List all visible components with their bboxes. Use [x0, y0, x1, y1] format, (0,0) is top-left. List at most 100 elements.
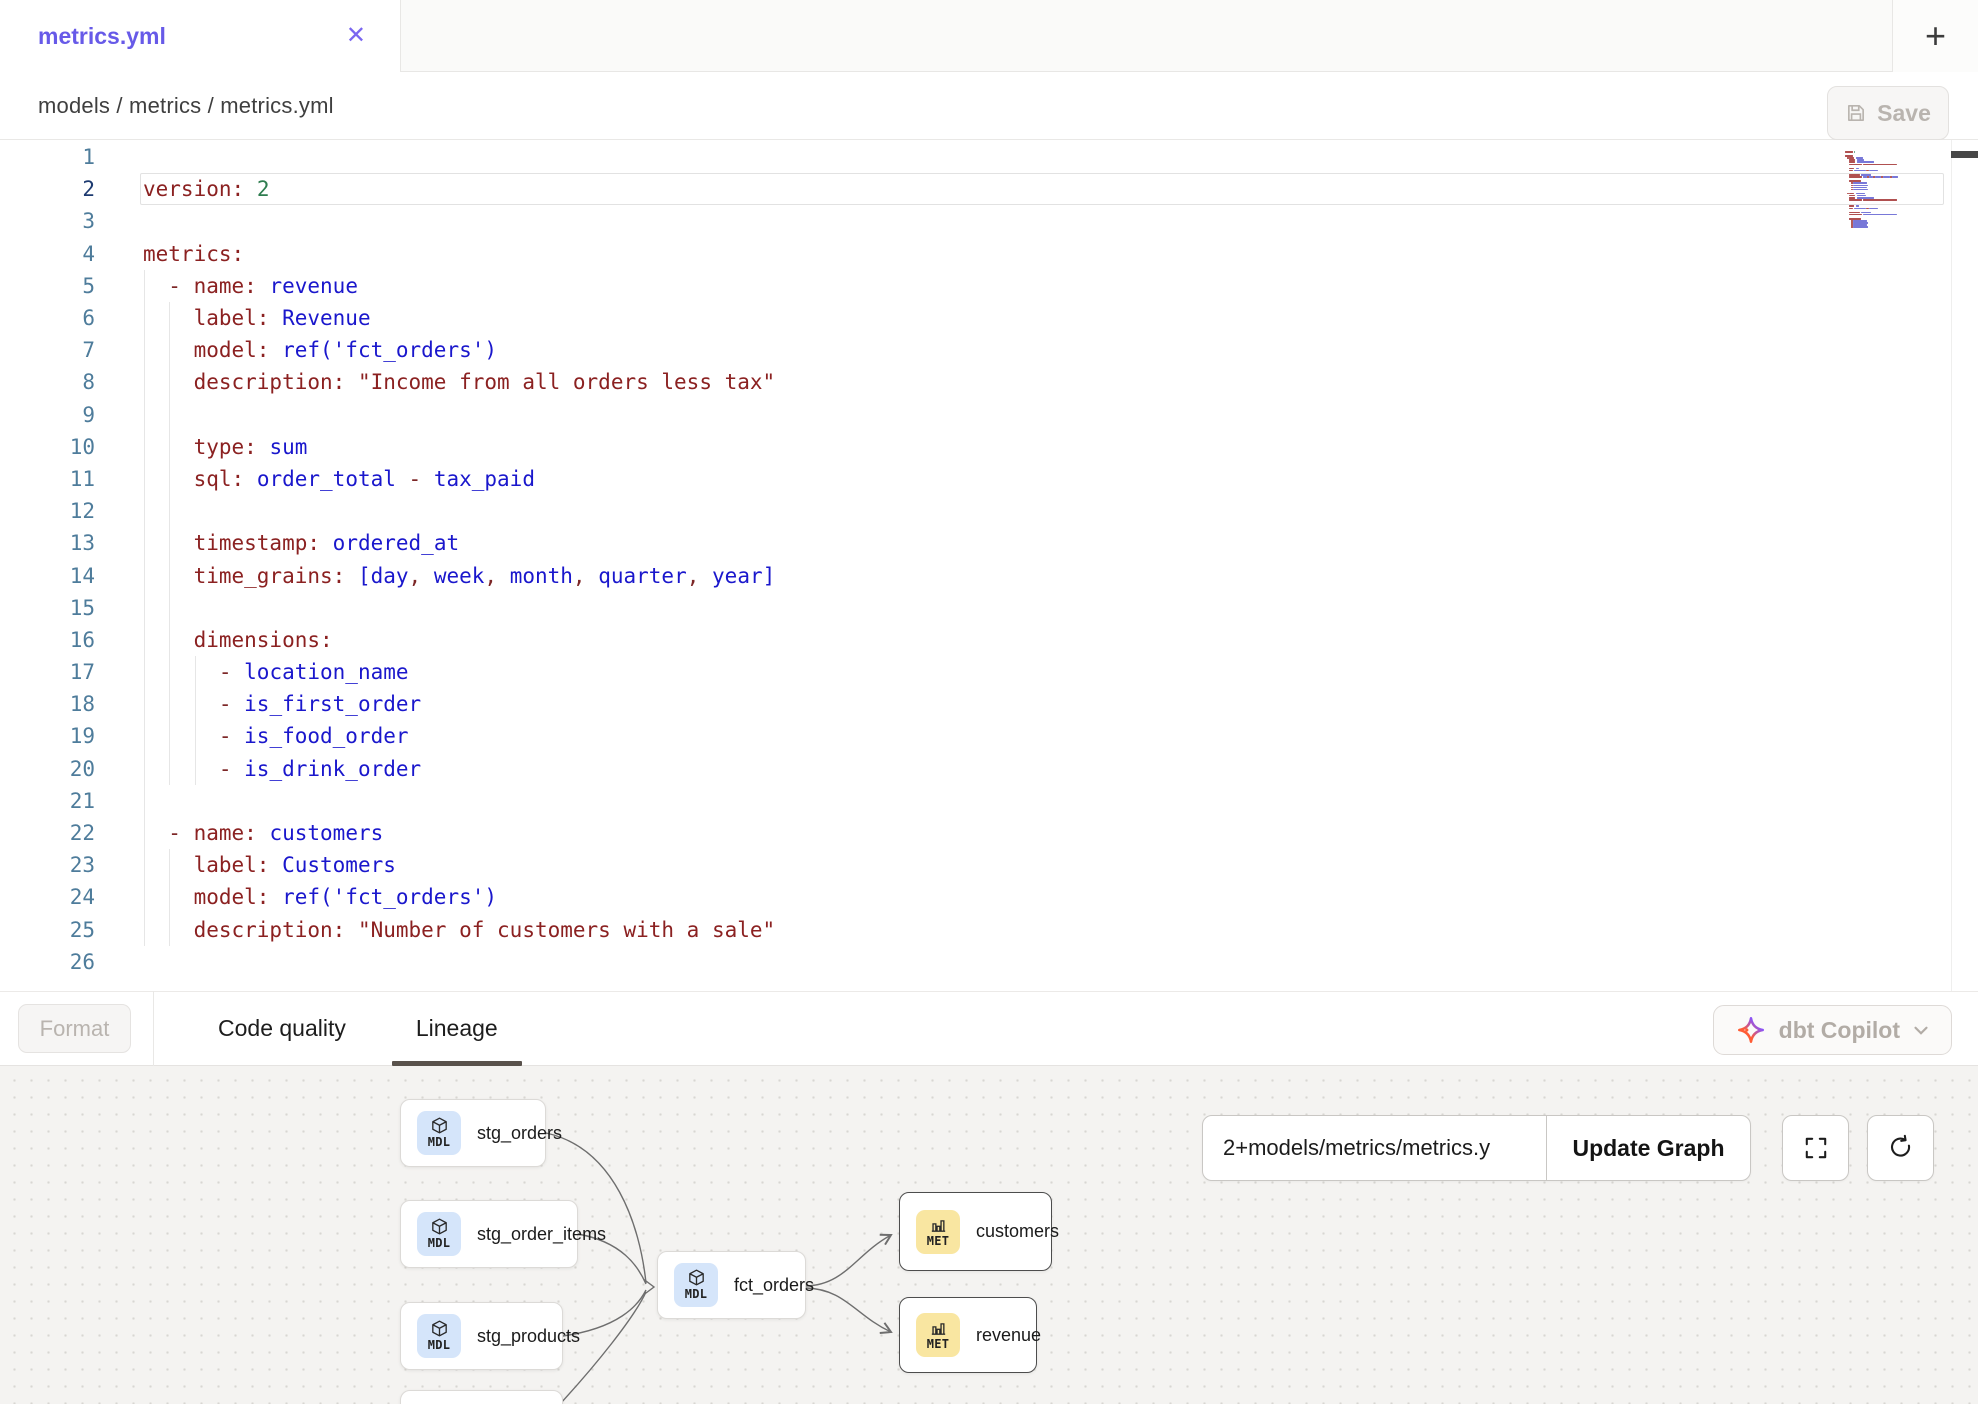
line-number: 16 — [0, 628, 95, 652]
refresh-button[interactable] — [1867, 1115, 1934, 1181]
code-text: label: Revenue — [95, 306, 371, 330]
line-number: 2 — [0, 177, 95, 201]
format-button[interactable]: Format — [18, 1004, 131, 1053]
new-tab-button[interactable]: + — [1892, 0, 1978, 72]
model-icon: MDL — [417, 1314, 461, 1358]
code-line[interactable]: 24 model: ref('fct_orders') — [0, 881, 1978, 913]
line-number: 23 — [0, 853, 95, 877]
code-text: - is_food_order — [95, 724, 409, 748]
lineage-node-stg_products[interactable]: MDLstg_products — [400, 1302, 563, 1370]
code-line[interactable]: 21 — [0, 785, 1978, 817]
node-label: stg_orders — [477, 1123, 562, 1144]
lineage-node-customers[interactable]: METcustomers — [899, 1192, 1052, 1271]
code-line[interactable]: 23 label: Customers — [0, 849, 1978, 881]
line-number: 17 — [0, 660, 95, 684]
tab-code-quality[interactable]: Code quality — [212, 991, 352, 1066]
line-number: 14 — [0, 564, 95, 588]
line-number: 18 — [0, 692, 95, 716]
line-number: 24 — [0, 885, 95, 909]
model-icon: MDL — [674, 1263, 718, 1307]
code-text: - is_drink_order — [95, 757, 421, 781]
code-text: - is_first_order — [95, 692, 421, 716]
tab-bar-filler — [401, 0, 1892, 72]
code-text: - name: revenue — [95, 274, 358, 298]
bottom-toolbar: Format Code quality Lineage dbt Copilot — [0, 991, 1978, 1066]
lineage-node-stg_orders[interactable]: MDLstg_orders — [400, 1099, 546, 1167]
code-line[interactable]: 25 description: "Number of customers wit… — [0, 914, 1978, 946]
code-line[interactable]: 12 — [0, 495, 1978, 527]
code-line[interactable]: 26 — [0, 946, 1978, 978]
code-lines[interactable]: 12version: 234metrics:5 - name: revenue6… — [0, 141, 1978, 978]
code-text: model: ref('fct_orders') — [95, 338, 497, 362]
code-text: - name: customers — [95, 821, 383, 845]
code-line[interactable]: 19 - is_food_order — [0, 720, 1978, 752]
line-number: 19 — [0, 724, 95, 748]
line-number: 12 — [0, 499, 95, 523]
code-line[interactable]: 5 - name: revenue — [0, 270, 1978, 302]
line-number: 21 — [0, 789, 95, 813]
fullscreen-button[interactable] — [1782, 1115, 1849, 1181]
code-line[interactable]: 4metrics: — [0, 238, 1978, 270]
code-line[interactable]: 3 — [0, 205, 1978, 237]
code-line[interactable]: 2version: 2 — [0, 173, 1978, 205]
code-text: version: 2 — [95, 177, 269, 201]
node-label: stg_products — [477, 1326, 580, 1347]
code-line[interactable]: 22 - name: customers — [0, 817, 1978, 849]
metric-icon: MET — [916, 1210, 960, 1254]
line-number: 26 — [0, 950, 95, 974]
tab-metrics-yml[interactable]: metrics.yml ✕ — [0, 0, 401, 72]
save-floppy-icon — [1845, 102, 1867, 124]
node-label: customers — [976, 1221, 1059, 1242]
code-text: description: "Number of customers with a… — [95, 918, 775, 942]
code-line[interactable]: 6 label: Revenue — [0, 302, 1978, 334]
code-line[interactable]: 1 — [0, 141, 1978, 173]
code-line[interactable]: 17 - location_name — [0, 656, 1978, 688]
line-number: 1 — [0, 145, 95, 169]
lineage-node-fct_orders[interactable]: MDLfct_orders — [657, 1251, 806, 1319]
code-line[interactable]: 15 — [0, 592, 1978, 624]
update-graph-button[interactable]: Update Graph — [1546, 1116, 1750, 1180]
minimap[interactable] — [1845, 151, 1905, 228]
node-label: stg_order_items — [477, 1224, 606, 1245]
code-editor[interactable]: 12version: 234metrics:5 - name: revenue6… — [0, 140, 1978, 991]
breadcrumb[interactable]: models / metrics / metrics.yml — [38, 93, 334, 119]
line-number: 13 — [0, 531, 95, 555]
breadcrumb-row: models / metrics / metrics.yml Save — [0, 72, 1978, 140]
graph-search-group: Update Graph — [1202, 1115, 1751, 1181]
lineage-node-revenue[interactable]: METrevenue — [899, 1297, 1037, 1373]
code-line[interactable]: 14 time_grains: [day, week, month, quart… — [0, 559, 1978, 591]
dbt-copilot-logo-icon — [1736, 1015, 1766, 1045]
close-tab-icon[interactable]: ✕ — [342, 22, 370, 50]
code-text: model: ref('fct_orders') — [95, 885, 497, 909]
line-number: 10 — [0, 435, 95, 459]
lineage-node-stg_order_items[interactable]: MDLstg_order_items — [400, 1200, 578, 1268]
code-line[interactable]: 16 dimensions: — [0, 624, 1978, 656]
tab-bar: metrics.yml ✕ + — [0, 0, 1978, 72]
tab-lineage[interactable]: Lineage — [410, 991, 504, 1066]
tab-label: metrics.yml — [38, 23, 342, 50]
plus-icon: + — [1925, 18, 1946, 54]
chevron-down-icon — [1913, 1025, 1929, 1036]
code-line[interactable]: 13 timestamp: ordered_at — [0, 527, 1978, 559]
save-button[interactable]: Save — [1827, 86, 1949, 140]
dbt-copilot-button[interactable]: dbt Copilot — [1713, 1005, 1952, 1055]
code-line[interactable]: 11 sql: order_total - tax_paid — [0, 463, 1978, 495]
lineage-canvas[interactable]: MDLstg_ordersMDLstg_order_itemsMDLstg_pr… — [0, 1066, 1978, 1404]
node-label: fct_orders — [734, 1275, 814, 1296]
line-number: 22 — [0, 821, 95, 845]
node-kind-label: MDL — [685, 1287, 708, 1301]
line-number: 6 — [0, 306, 95, 330]
graph-controls: Update Graph — [1202, 1115, 1751, 1181]
code-line[interactable]: 18 - is_first_order — [0, 688, 1978, 720]
code-line[interactable]: 8 description: "Income from all orders l… — [0, 366, 1978, 398]
lineage-node-cut_node[interactable] — [400, 1390, 563, 1404]
code-text: description: "Income from all orders les… — [95, 370, 775, 394]
code-line[interactable]: 20 - is_drink_order — [0, 753, 1978, 785]
node-kind-label: MET — [927, 1234, 950, 1248]
code-text: sql: order_total - tax_paid — [95, 467, 535, 491]
code-line[interactable]: 9 — [0, 399, 1978, 431]
line-number: 11 — [0, 467, 95, 491]
code-line[interactable]: 7 model: ref('fct_orders') — [0, 334, 1978, 366]
graph-selector-input[interactable] — [1203, 1116, 1546, 1180]
code-line[interactable]: 10 type: sum — [0, 431, 1978, 463]
